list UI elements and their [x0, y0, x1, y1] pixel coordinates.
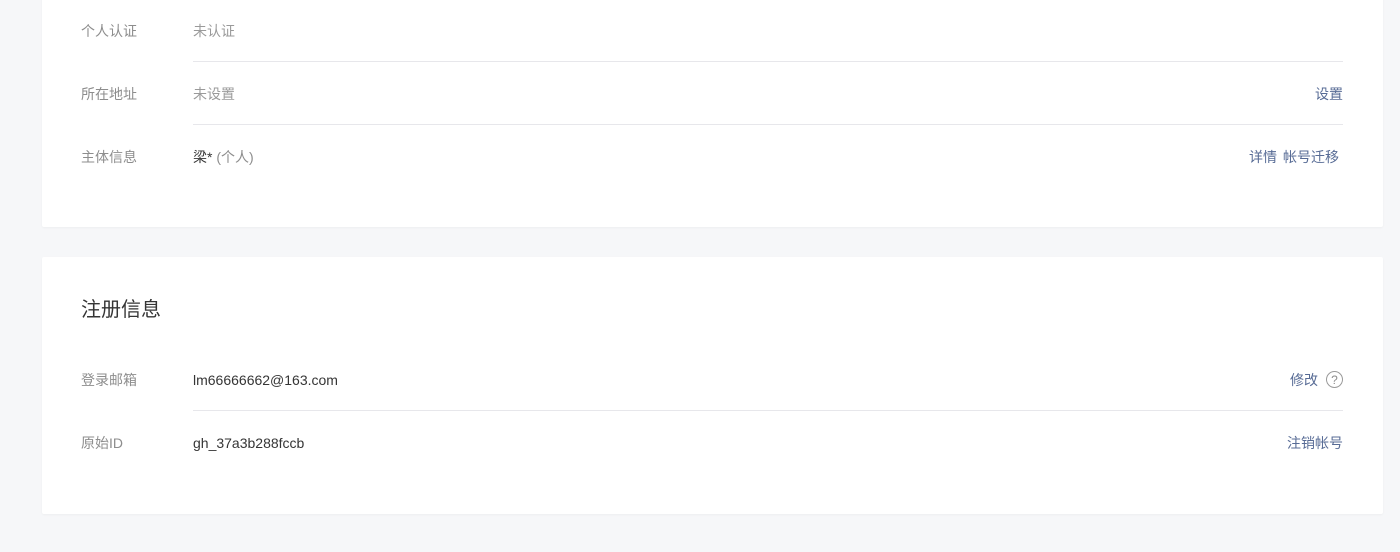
modify-email-link[interactable]: 修改 [1290, 370, 1318, 390]
registration-info-card: 注册信息 登录邮箱 lm66666662@163.com 修改 ? 原始ID g… [42, 257, 1383, 514]
original-id-row: 原始ID gh_37a3b288fccb 注销帐号 [81, 411, 1343, 474]
row-value: gh_37a3b288fccb [193, 434, 305, 451]
row-label: 所在地址 [81, 85, 137, 102]
cancel-account-link[interactable]: 注销帐号 [1287, 433, 1343, 453]
account-migration-link[interactable]: 帐号迁移 [1283, 147, 1339, 167]
entity-name: 梁* [193, 148, 213, 165]
address-row: 所在地址 未设置 设置 [81, 62, 1343, 125]
row-value: 未认证 [193, 22, 235, 39]
set-address-link[interactable]: 设置 [1315, 84, 1343, 104]
personal-verification-row: 个人认证 未认证 [81, 0, 1343, 62]
row-value: lm66666662@163.com [193, 371, 338, 388]
account-info-card: 个人认证 未认证 所在地址 未设置 设置 主体信息 梁* (个人) 详情 帐号迁… [42, 0, 1383, 227]
row-actions: 修改 ? [1290, 370, 1343, 390]
section-title: 注册信息 [81, 299, 161, 321]
row-value: 梁* (个人) [193, 147, 1249, 167]
row-label: 主体信息 [81, 148, 137, 165]
login-email-row: 登录邮箱 lm66666662@163.com 修改 ? [81, 348, 1343, 411]
row-actions: 详情 帐号迁移 [1249, 147, 1343, 167]
question-circle-icon[interactable]: ? [1326, 371, 1343, 388]
row-actions: 注销帐号 [1287, 433, 1343, 453]
row-actions: 设置 [1315, 84, 1343, 104]
entity-info-row: 主体信息 梁* (个人) 详情 帐号迁移 [81, 125, 1343, 188]
entity-type: (个人) [212, 148, 254, 165]
details-link[interactable]: 详情 [1249, 147, 1277, 167]
row-label: 登录邮箱 [81, 371, 137, 388]
row-value: 未设置 [193, 85, 235, 102]
row-label: 个人认证 [81, 22, 137, 39]
row-label: 原始ID [81, 434, 123, 451]
